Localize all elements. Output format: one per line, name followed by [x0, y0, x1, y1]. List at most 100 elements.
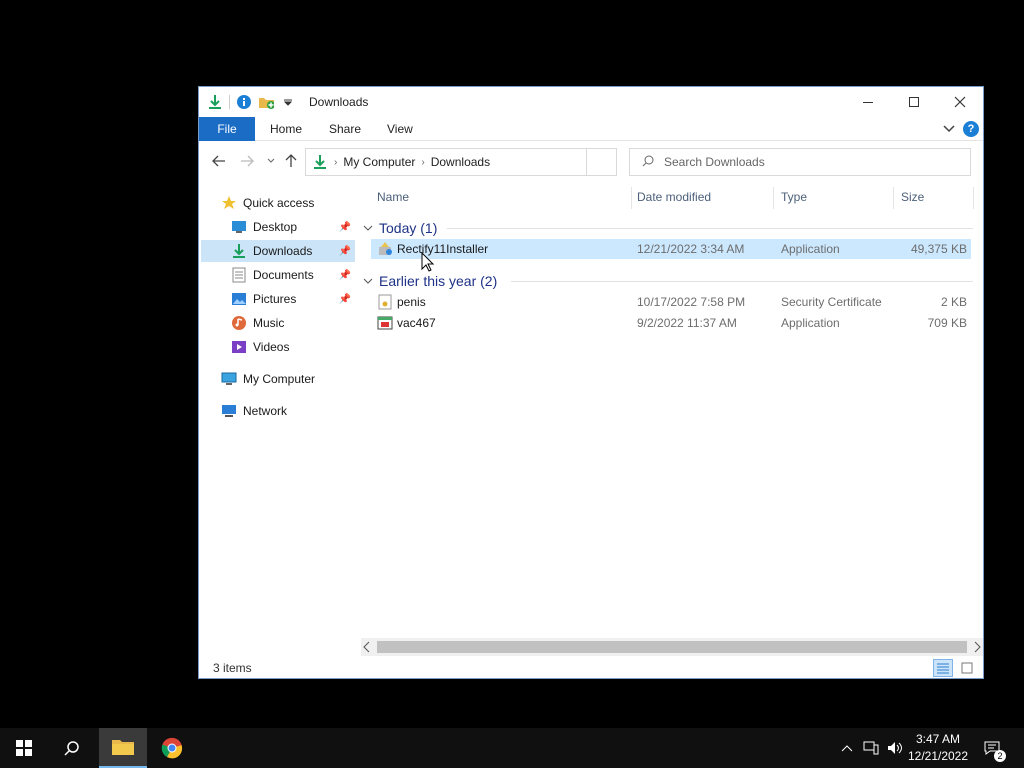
pin-icon: 📌 [338, 245, 351, 257]
videos-icon [231, 339, 247, 355]
pin-icon: 📌 [338, 221, 351, 233]
file-date: 10/17/2022 7:58 PM [637, 295, 746, 309]
ribbon-tabs: File Home Share View ? [199, 117, 983, 141]
taskbar: 3:47 AM 12/21/2022 [0, 728, 1024, 768]
mouse-cursor-icon [421, 252, 435, 272]
start-button[interactable] [0, 728, 48, 768]
item-count: 3 items [213, 661, 252, 675]
column-separator[interactable] [773, 187, 774, 209]
file-type: Security Certificate [781, 295, 882, 309]
expand-ribbon-icon[interactable] [943, 122, 955, 136]
properties-icon[interactable] [236, 94, 252, 110]
help-icon[interactable]: ? [963, 121, 979, 137]
column-header-name[interactable]: Name [377, 183, 409, 211]
music-icon [231, 315, 247, 331]
network-tray-icon[interactable] [860, 728, 882, 768]
scrollbar-thumb[interactable] [377, 641, 967, 653]
certificate-icon [377, 294, 393, 310]
taskbar-file-explorer[interactable] [99, 728, 147, 768]
column-header-date[interactable]: Date modified [637, 183, 711, 211]
chevron-up-icon [841, 745, 853, 752]
search-icon [642, 155, 654, 170]
maximize-button[interactable] [891, 87, 937, 117]
nav-quick-access[interactable]: Quick access [221, 192, 355, 214]
nav-item-videos[interactable]: Videos [201, 336, 355, 358]
column-separator[interactable] [893, 187, 894, 209]
group-header-earlier[interactable]: Earlier this year (2) [363, 270, 497, 292]
clock[interactable]: 3:47 AM 12/21/2022 [898, 731, 978, 765]
qat-separator [229, 95, 230, 109]
column-separator[interactable] [973, 187, 974, 209]
breadcrumb-downloads[interactable]: Downloads [431, 155, 490, 169]
horizontal-scrollbar[interactable] [361, 638, 983, 656]
taskbar-chrome[interactable] [148, 728, 196, 768]
column-header-size[interactable]: Size [901, 183, 924, 211]
new-folder-icon[interactable] [258, 94, 274, 110]
recent-locations-button[interactable] [261, 151, 281, 171]
nav-my-computer[interactable]: My Computer [221, 368, 355, 390]
chevron-down-icon [363, 273, 373, 289]
nav-item-pictures-label: Pictures [253, 292, 297, 306]
address-bar[interactable]: › My Computer › Downloads [305, 148, 587, 176]
nav-item-videos-label: Videos [253, 340, 290, 354]
action-center-button[interactable] [980, 728, 1004, 768]
tab-home[interactable]: Home [270, 117, 302, 141]
nav-quick-access-label: Quick access [243, 196, 315, 210]
file-date: 9/2/2022 11:37 AM [637, 316, 737, 330]
search-placeholder: Search Downloads [664, 155, 765, 169]
network-icon [221, 403, 237, 419]
chevron-down-icon [363, 220, 373, 236]
tab-file[interactable]: File [199, 117, 255, 141]
search-box[interactable]: Search Downloads [629, 148, 971, 176]
minimize-button[interactable] [845, 87, 891, 117]
group-label: Earlier this year (2) [379, 273, 498, 289]
file-size: 2 KB [940, 295, 967, 309]
back-button[interactable] [209, 151, 229, 171]
details-view-button[interactable] [933, 659, 953, 677]
file-row-rectify11installer[interactable]: Rectify11Installer 12/21/2022 3:34 AM Ap… [371, 239, 971, 259]
file-name: Rectify11Installer [397, 242, 489, 256]
nav-network[interactable]: Network [221, 400, 355, 422]
customize-qat-icon[interactable] [280, 94, 296, 110]
window-title: Downloads [309, 95, 369, 109]
large-icons-view-button[interactable] [957, 659, 977, 677]
scroll-right-icon[interactable] [973, 641, 981, 656]
file-name: vac467 [397, 316, 436, 330]
column-header-type[interactable]: Type [781, 183, 807, 211]
search-button[interactable] [48, 728, 96, 768]
nav-item-desktop[interactable]: Desktop 📌 [201, 216, 355, 238]
scroll-left-icon[interactable] [363, 641, 371, 656]
forward-button[interactable] [237, 151, 257, 171]
group-label: Today (1) [379, 220, 438, 236]
file-row-vac467[interactable]: vac467 9/2/2022 11:37 AM Application 709… [371, 313, 971, 333]
navigation-bar: › My Computer › Downloads Search Downloa… [199, 145, 983, 179]
folder-icon [112, 740, 134, 755]
nav-item-downloads[interactable]: Downloads 📌 [201, 240, 355, 262]
show-hidden-icons[interactable] [836, 728, 858, 768]
column-separator[interactable] [631, 187, 632, 209]
nav-item-pictures[interactable]: Pictures 📌 [201, 288, 355, 310]
file-size: 709 KB [927, 316, 967, 330]
windows-icon [16, 740, 32, 756]
desktop-icon [231, 219, 247, 235]
breadcrumb-my-computer[interactable]: My Computer [343, 155, 415, 169]
clock-time: 3:47 AM [915, 732, 961, 746]
downloads-icon [207, 94, 223, 110]
close-button[interactable] [937, 87, 983, 117]
tab-share[interactable]: Share [329, 117, 361, 141]
downloads-icon [312, 154, 328, 170]
file-size: 49,375 KB [910, 242, 967, 256]
file-name-cell: vac467 [377, 315, 436, 331]
tab-view[interactable]: View [387, 117, 413, 141]
group-header-today[interactable]: Today (1) [363, 217, 437, 239]
downloads-icon [231, 243, 247, 259]
title-bar: Downloads [199, 87, 983, 117]
documents-icon [231, 267, 247, 283]
file-type: Application [781, 242, 840, 256]
window-controls [845, 87, 983, 117]
file-row-penis[interactable]: penis 10/17/2022 7:58 PM Security Certif… [371, 292, 971, 312]
address-dropdown-button[interactable] [586, 148, 617, 176]
nav-item-documents[interactable]: Documents 📌 [201, 264, 355, 286]
up-button[interactable] [281, 151, 301, 171]
nav-item-music[interactable]: Music [201, 312, 355, 334]
